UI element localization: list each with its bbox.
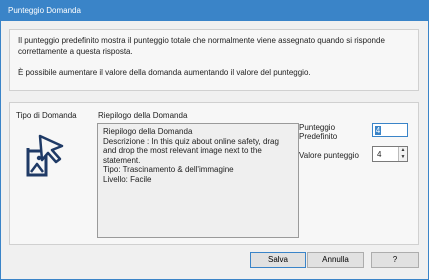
info-line-2: correttamente a questa risposta. (18, 47, 133, 56)
summary-header: Riepilogo della Domanda (98, 111, 188, 120)
value-score-label: Valore punteggio (299, 151, 359, 160)
summary-description: Descrizione : In this quiz about online … (103, 136, 279, 165)
question-type-label: Tipo di Domanda (16, 111, 77, 120)
info-line-1: Il punteggio predefinito mostra il punte… (18, 36, 385, 45)
drag-drop-image-icon (24, 132, 68, 178)
value-score-spin[interactable]: ▲ ▼ (398, 147, 407, 161)
default-score-label: Punteggio Predefinito (299, 123, 338, 141)
spin-down-icon[interactable]: ▼ (399, 154, 407, 161)
summary-type: Tipo: Trascinamento & dell'immagine (103, 165, 234, 174)
dialog-title: Punteggio Domanda (1, 1, 428, 21)
summary-textbox[interactable]: Riepilogo della Domanda Descrizione : In… (97, 123, 299, 238)
cancel-button[interactable]: Annulla (307, 252, 364, 268)
save-button[interactable]: Salva (250, 252, 306, 268)
spin-up-icon[interactable]: ▲ (399, 147, 407, 154)
dialog-window: Punteggio Domanda Il punteggio predefini… (0, 0, 429, 280)
summary-title: Riepilogo della Domanda (103, 127, 193, 136)
info-panel: Il punteggio predefinito mostra il punte… (9, 29, 419, 91)
summary-level: Livello: Facile (103, 174, 152, 184)
default-score-value: 4 (375, 126, 381, 135)
default-score-input[interactable]: 4 (372, 123, 408, 137)
value-score-stepper[interactable]: 4 ▲ ▼ (372, 146, 408, 162)
help-button[interactable]: ? (371, 252, 419, 268)
question-panel: Tipo di Domanda Riepilogo della Domanda … (9, 102, 419, 245)
value-score-value: 4 (377, 150, 382, 159)
info-line-3: È possibile aumentare il valore della do… (18, 68, 311, 77)
